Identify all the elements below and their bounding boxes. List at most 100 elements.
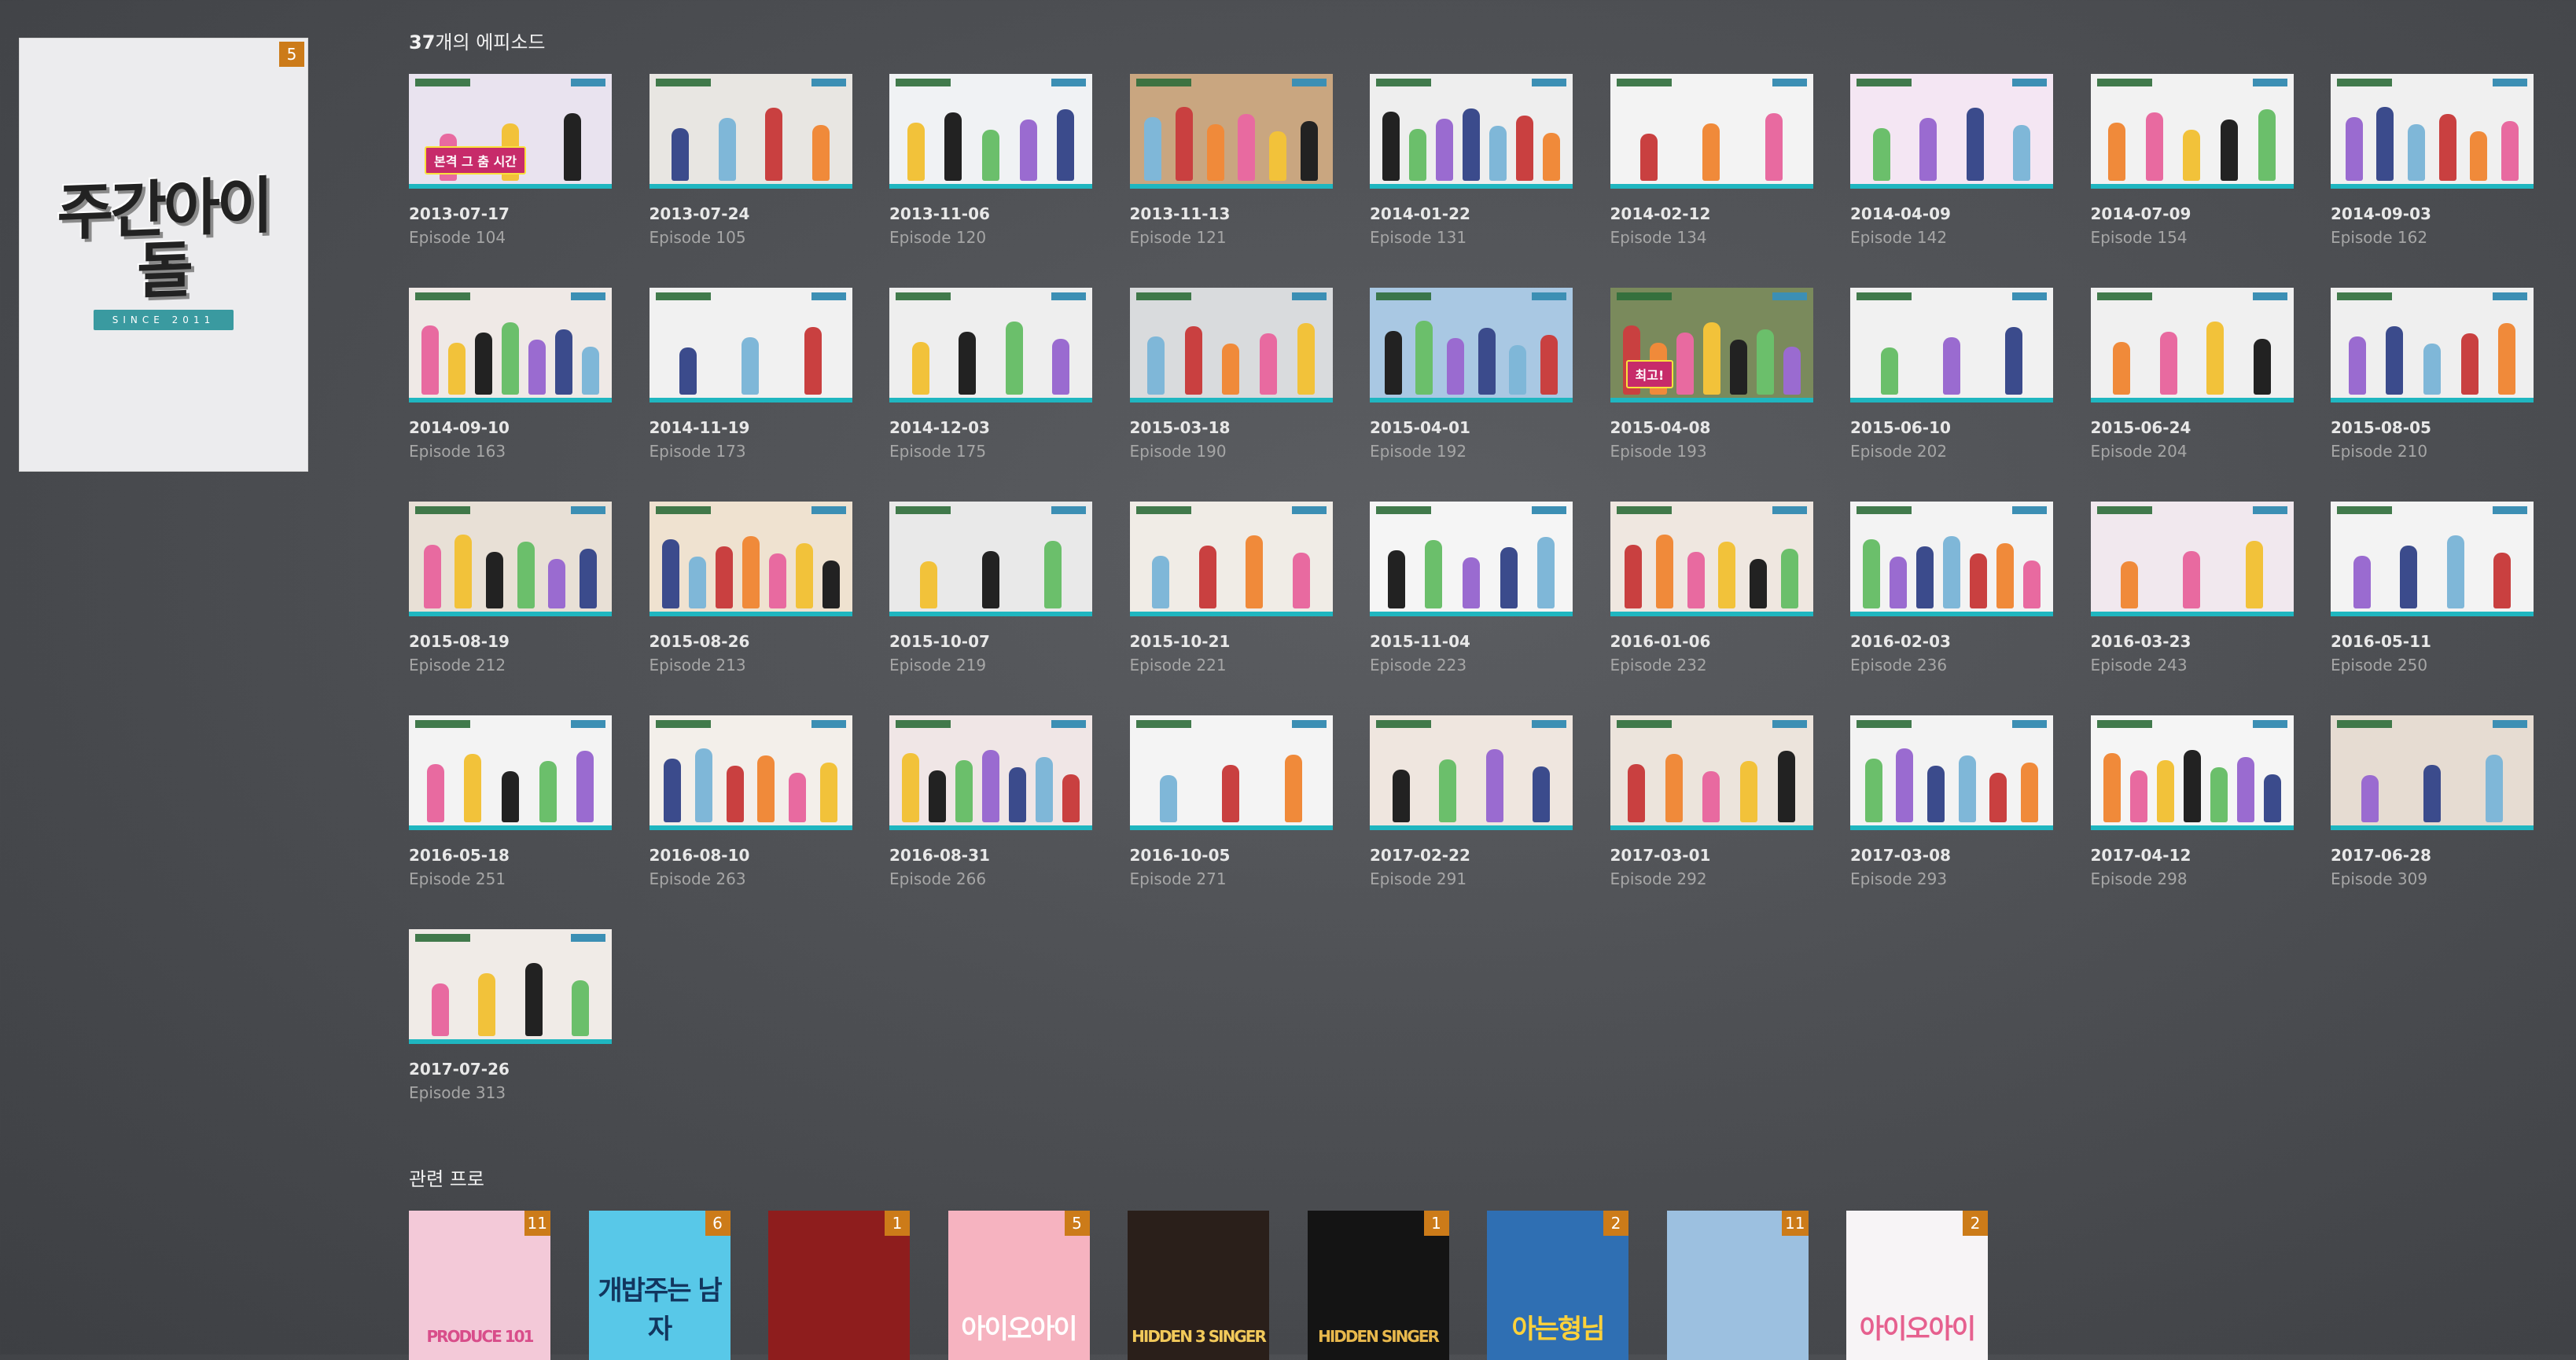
related-show-card[interactable]: 아이오아이 2 bbox=[1846, 1211, 1988, 1360]
related-show-card[interactable]: 아이오아이 5 bbox=[948, 1211, 1090, 1360]
episode-thumbnail[interactable] bbox=[1850, 288, 2053, 402]
episode-card[interactable]: 2015-06-10 Episode 202 bbox=[1850, 288, 2053, 461]
episode-thumbnail[interactable] bbox=[409, 715, 612, 830]
episode-air-date[interactable]: 2014-02-12 bbox=[1610, 204, 1813, 223]
episode-card[interactable]: 2015-08-26 Episode 213 bbox=[649, 502, 852, 674]
related-show-card[interactable]: 개밥주는 남자 6 bbox=[588, 1211, 730, 1360]
episode-card[interactable]: 2016-02-03 Episode 236 bbox=[1850, 502, 2053, 674]
episode-card[interactable]: 2015-10-21 Episode 221 bbox=[1129, 502, 1333, 674]
episode-thumbnail[interactable] bbox=[2090, 502, 2294, 616]
episode-thumbnail[interactable] bbox=[1850, 502, 2053, 616]
episode-card[interactable]: 2013-11-06 Episode 120 bbox=[889, 74, 1092, 247]
episode-air-date[interactable]: 2016-03-23 bbox=[2091, 632, 2294, 651]
episode-thumbnail[interactable] bbox=[409, 502, 612, 616]
related-show-poster[interactable]: HIDDEN 3 SINGER bbox=[1128, 1211, 1269, 1360]
episode-thumbnail[interactable] bbox=[2090, 288, 2294, 402]
episode-thumbnail[interactable] bbox=[1370, 502, 1573, 616]
episode-thumbnail[interactable] bbox=[2331, 502, 2534, 616]
episode-air-date[interactable]: 2014-09-03 bbox=[2331, 204, 2534, 223]
episode-thumbnail[interactable] bbox=[1850, 74, 2053, 189]
episode-card[interactable]: 2014-07-09 Episode 154 bbox=[2090, 74, 2294, 247]
episode-air-date[interactable]: 2014-04-09 bbox=[1850, 204, 2053, 223]
episode-card[interactable]: 2017-06-28 Episode 309 bbox=[2331, 715, 2534, 888]
episode-card[interactable]: 2015-08-05 Episode 210 bbox=[2331, 288, 2534, 461]
episode-card[interactable]: 2017-02-22 Episode 291 bbox=[1370, 715, 1573, 888]
episode-card[interactable]: 2016-01-06 Episode 232 bbox=[1610, 502, 1813, 674]
episode-thumbnail[interactable] bbox=[2090, 74, 2294, 189]
episode-air-date[interactable]: 2016-05-18 bbox=[409, 846, 612, 865]
episode-thumbnail[interactable] bbox=[1129, 288, 1333, 402]
episode-air-date[interactable]: 2017-03-08 bbox=[1850, 846, 2053, 865]
episode-card[interactable]: 2015-08-19 Episode 212 bbox=[409, 502, 612, 674]
episode-card[interactable]: 2014-09-10 Episode 163 bbox=[409, 288, 612, 461]
episode-air-date[interactable]: 2013-07-17 bbox=[409, 204, 612, 223]
episode-air-date[interactable]: 2017-04-12 bbox=[2091, 846, 2294, 865]
episode-air-date[interactable]: 2016-08-10 bbox=[650, 846, 852, 865]
episode-air-date[interactable]: 2015-04-08 bbox=[1610, 418, 1813, 437]
episode-thumbnail[interactable] bbox=[889, 715, 1092, 830]
episode-air-date[interactable]: 2014-11-19 bbox=[650, 418, 852, 437]
related-show-card[interactable]: 1 bbox=[768, 1211, 910, 1360]
episode-thumbnail[interactable] bbox=[2331, 288, 2534, 402]
episode-air-date[interactable]: 2013-11-06 bbox=[889, 204, 1092, 223]
episode-air-date[interactable]: 2015-08-19 bbox=[409, 632, 612, 651]
episode-air-date[interactable]: 2016-08-31 bbox=[889, 846, 1092, 865]
episode-card[interactable]: 2014-09-03 Episode 162 bbox=[2331, 74, 2534, 247]
episode-thumbnail[interactable] bbox=[1370, 74, 1573, 189]
episode-thumbnail[interactable] bbox=[1610, 715, 1813, 830]
episode-air-date[interactable]: 2015-08-26 bbox=[650, 632, 852, 651]
episode-card[interactable]: 2015-11-04 Episode 223 bbox=[1370, 502, 1573, 674]
episode-card[interactable]: 본격 그 춤 시간 2013-07-17 Episode 104 bbox=[409, 74, 612, 247]
episode-thumbnail[interactable]: 최고! bbox=[1610, 288, 1813, 402]
episode-air-date[interactable]: 2016-10-05 bbox=[1130, 846, 1333, 865]
episode-thumbnail[interactable] bbox=[1129, 74, 1333, 189]
episode-air-date[interactable]: 2015-08-05 bbox=[2331, 418, 2534, 437]
episode-card[interactable]: 2015-03-18 Episode 190 bbox=[1129, 288, 1333, 461]
episode-air-date[interactable]: 2013-07-24 bbox=[650, 204, 852, 223]
episode-thumbnail[interactable] bbox=[889, 502, 1092, 616]
related-show-card[interactable]: HIDDEN 3 SINGER bbox=[1128, 1211, 1269, 1360]
episode-card[interactable]: 2016-10-05 Episode 271 bbox=[1129, 715, 1333, 888]
episode-card[interactable]: 최고! 2015-04-08 Episode 193 bbox=[1610, 288, 1813, 461]
episode-thumbnail[interactable] bbox=[1610, 502, 1813, 616]
episode-card[interactable]: 2016-03-23 Episode 243 bbox=[2090, 502, 2294, 674]
episode-card[interactable]: 2013-11-13 Episode 121 bbox=[1129, 74, 1333, 247]
episode-air-date[interactable]: 2015-06-24 bbox=[2091, 418, 2294, 437]
episode-thumbnail[interactable] bbox=[2331, 74, 2534, 189]
episode-card[interactable]: 2016-08-10 Episode 263 bbox=[649, 715, 852, 888]
related-show-card[interactable]: PRODUCE 101 11 bbox=[409, 1211, 550, 1360]
episode-thumbnail[interactable] bbox=[1129, 502, 1333, 616]
episode-air-date[interactable]: 2014-07-09 bbox=[2091, 204, 2294, 223]
episode-air-date[interactable]: 2017-06-28 bbox=[2331, 846, 2534, 865]
episode-thumbnail[interactable] bbox=[649, 74, 852, 189]
episode-card[interactable]: 2016-05-11 Episode 250 bbox=[2331, 502, 2534, 674]
episode-card[interactable]: 2016-05-18 Episode 251 bbox=[409, 715, 612, 888]
episode-card[interactable]: 2014-01-22 Episode 131 bbox=[1370, 74, 1573, 247]
episode-air-date[interactable]: 2016-02-03 bbox=[1850, 632, 2053, 651]
episode-thumbnail[interactable] bbox=[649, 502, 852, 616]
episode-air-date[interactable]: 2017-03-01 bbox=[1610, 846, 1813, 865]
episode-air-date[interactable]: 2013-11-13 bbox=[1130, 204, 1333, 223]
episode-air-date[interactable]: 2014-12-03 bbox=[889, 418, 1092, 437]
episode-thumbnail[interactable] bbox=[2090, 715, 2294, 830]
episode-card[interactable]: 2016-08-31 Episode 266 bbox=[889, 715, 1092, 888]
episode-thumbnail[interactable] bbox=[1370, 715, 1573, 830]
episode-air-date[interactable]: 2015-06-10 bbox=[1850, 418, 2053, 437]
related-show-card[interactable]: 아는형님 2 bbox=[1487, 1211, 1628, 1360]
show-poster[interactable]: 주간아이돌 SINCE 2011 5 bbox=[19, 38, 308, 472]
episode-thumbnail[interactable] bbox=[1129, 715, 1333, 830]
episode-air-date[interactable]: 2014-09-10 bbox=[409, 418, 612, 437]
episode-air-date[interactable]: 2014-01-22 bbox=[1370, 204, 1573, 223]
episode-card[interactable]: 2014-02-12 Episode 134 bbox=[1610, 74, 1813, 247]
episode-thumbnail[interactable] bbox=[649, 288, 852, 402]
related-show-card[interactable]: HIDDEN SINGER 1 bbox=[1307, 1211, 1449, 1360]
episode-card[interactable]: 2014-04-09 Episode 142 bbox=[1850, 74, 2053, 247]
episode-air-date[interactable]: 2017-07-26 bbox=[409, 1060, 612, 1079]
episode-card[interactable]: 2015-04-01 Episode 192 bbox=[1370, 288, 1573, 461]
episode-air-date[interactable]: 2015-10-21 bbox=[1130, 632, 1333, 651]
episode-thumbnail[interactable] bbox=[409, 288, 612, 402]
episode-air-date[interactable]: 2016-05-11 bbox=[2331, 632, 2534, 651]
episode-air-date[interactable]: 2015-03-18 bbox=[1130, 418, 1333, 437]
episode-card[interactable]: 2014-11-19 Episode 173 bbox=[649, 288, 852, 461]
episode-card[interactable]: 2017-03-08 Episode 293 bbox=[1850, 715, 2053, 888]
